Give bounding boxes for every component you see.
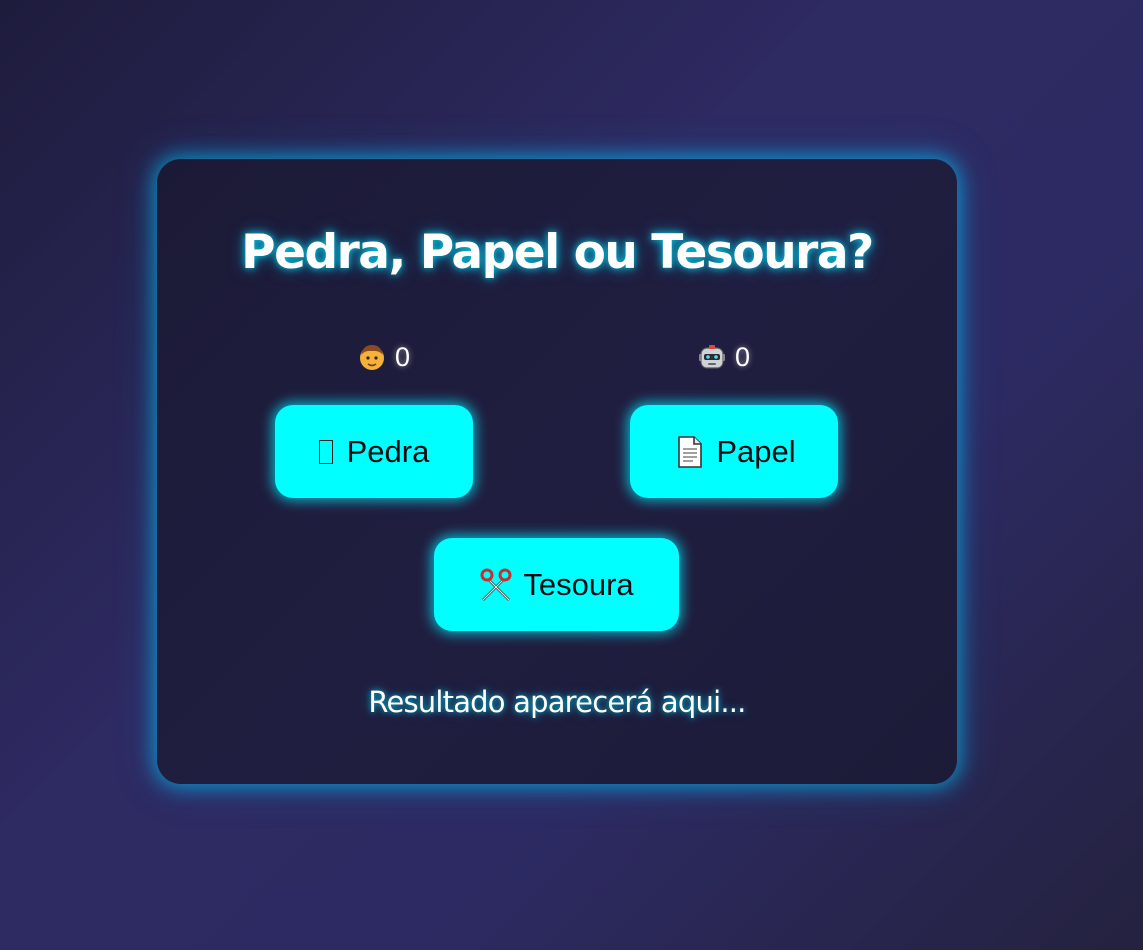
person-face-icon [357, 342, 387, 372]
result-text: Resultado aparecerá aqui... [368, 685, 746, 719]
page-icon [672, 435, 706, 469]
papel-button[interactable]: Papel [630, 405, 838, 498]
game-title: Pedra, Papel ou Tesoura? [241, 225, 874, 280]
computer-score-value: 0 [735, 341, 751, 372]
player-score-value: 0 [395, 341, 411, 372]
scissors-icon [479, 568, 513, 602]
robot-icon [697, 342, 727, 372]
pedra-button-label: Pedra [346, 433, 430, 469]
player-score: 0 [357, 339, 410, 375]
tesoura-button[interactable]: Tesoura [434, 538, 679, 631]
computer-score: 0 [697, 339, 750, 375]
pedra-button[interactable]: Pedra [275, 405, 473, 498]
rock-icon [318, 439, 333, 464]
tesoura-button-label: Tesoura [523, 566, 634, 602]
game-card: Pedra, Papel ou Tesoura? 0 0 Pedra Papel… [157, 159, 957, 784]
papel-button-label: Papel [716, 433, 796, 469]
